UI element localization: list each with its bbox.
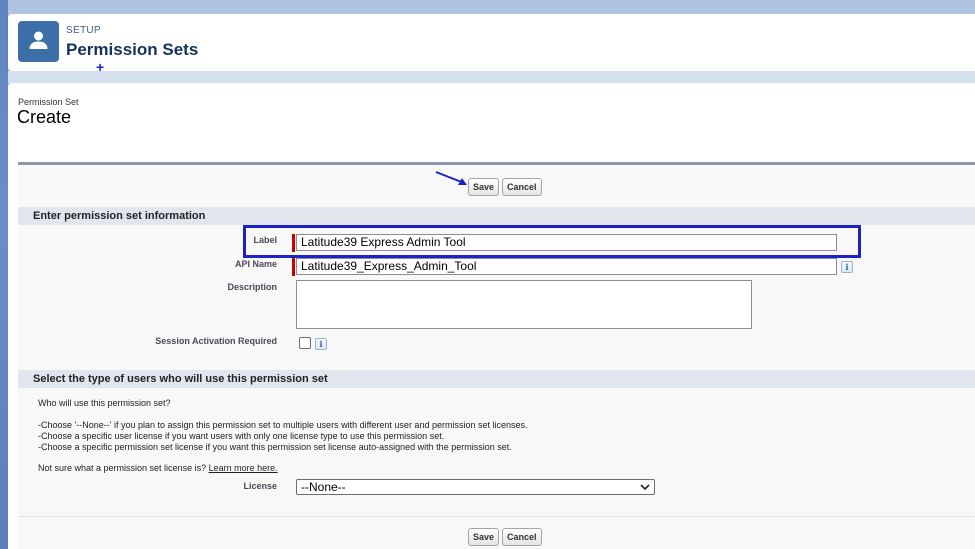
section-header-info: Enter permission set information [18, 207, 975, 225]
divider [18, 516, 975, 517]
setup-eyebrow: SETUP [66, 25, 101, 36]
required-indicator [292, 258, 295, 276]
description-textarea[interactable] [296, 280, 752, 329]
cancel-button-bottom[interactable]: Cancel [502, 528, 542, 546]
header-band [8, 71, 975, 83]
page-title: Create [17, 107, 72, 127]
main-card: Permission Set Create Save Cancel Enter … [8, 83, 975, 549]
not-sure-text: Not sure what a permission set license i… [38, 463, 207, 473]
instruction-line: -Choose a specific permission set licens… [38, 442, 512, 452]
section-header-user-type: Select the type of users who will use th… [18, 370, 975, 388]
license-field-label: License [243, 481, 277, 491]
highlight-annotation [243, 225, 861, 258]
license-selected-value: --None-- [301, 480, 346, 494]
license-help-text: Not sure what a permission set license i… [38, 463, 278, 473]
session-activation-label: Session Activation Required [155, 336, 277, 346]
license-select[interactable]: --None-- [296, 479, 655, 495]
info-icon[interactable]: i [315, 338, 327, 350]
session-activation-checkbox[interactable] [299, 337, 311, 349]
save-button-top[interactable]: Save [468, 178, 500, 196]
arrow-annotation-icon [435, 171, 467, 185]
learn-more-link[interactable]: Learn more here. [209, 463, 278, 473]
description-field-label: Description [227, 282, 277, 292]
info-icon[interactable]: i [841, 261, 853, 273]
setup-header: SETUP Permission Sets [8, 14, 975, 71]
permission-set-form: Save Cancel Enter permission set informa… [18, 162, 975, 549]
instruction-line: -Choose '--None--' if you plan to assign… [38, 420, 528, 430]
user-icon [29, 31, 48, 49]
cancel-button-top[interactable]: Cancel [502, 178, 542, 196]
breadcrumb: Permission Set [18, 97, 79, 107]
page-header-title: Permission Sets [66, 40, 199, 59]
save-button-bottom[interactable]: Save [468, 528, 500, 546]
background-strip [0, 0, 8, 549]
api-name-input[interactable]: Latitude39_Express_Admin_Tool [296, 258, 837, 275]
chevron-down-icon [640, 484, 650, 491]
setup-app-icon [18, 21, 59, 62]
api-name-field-label: API Name [234, 259, 277, 269]
instruction-line: -Choose a specific user license if you w… [38, 431, 445, 441]
user-question-text: Who will use this permission set? [38, 398, 171, 408]
